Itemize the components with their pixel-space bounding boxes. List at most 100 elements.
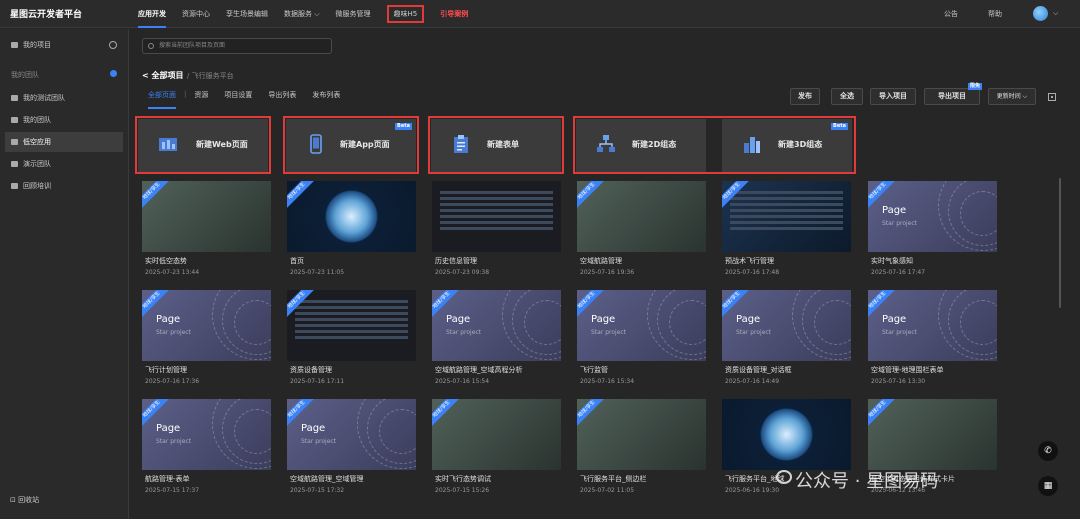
page-card-date: 2025-07-16 15:54 [435,378,490,385]
page-card[interactable]: Page Star project 地球/孪生 空域管理-地理围栏表单 2025-07-… [868,290,997,389]
page-thumbnail: 地球/孪生 [722,181,851,252]
nav-microservice[interactable]: 微服务管理 [328,0,379,28]
sort-select[interactable]: 更新时间 ⌵ [988,88,1036,105]
select-all-button[interactable]: 全选 [831,88,863,105]
create-web-page-button[interactable]: 新建Web页面 [138,119,268,172]
create-app-page-button[interactable]: 新建App页面 Beta [286,119,416,172]
placeholder-title: Page [301,423,326,434]
page-card-name: 实时飞行态势调试 [435,475,491,483]
recycle-bin-link[interactable]: ⊡ 回收站 [10,495,39,505]
nav-data-service[interactable]: 数据服务 ⌵ [276,0,328,28]
page-card[interactable]: 地球/孪生 飞行服务平台_侧边栏 2025-07-02 11:05 [577,399,706,498]
nav-guide-cases[interactable]: 引导案例 [432,0,476,28]
nav-twin-scene-editor[interactable]: 孪生场景编辑 [218,0,276,28]
main-content: 搜索当前团队项目及页面 < 全部项目 / 飞行服务平台 全部页面 | 资源 项目… [130,29,1080,519]
thumbnail-content [295,300,408,352]
nav-fun-h5[interactable]: 趣味H5 [379,0,433,28]
tab-export-list[interactable]: 导出列表 [260,90,304,104]
create-2d-config-button[interactable]: 新建2D组态 [576,119,706,172]
page-thumbnail [432,181,561,252]
sidebar-item-low-altitude[interactable]: 低空应用 [5,132,123,152]
nav-app-dev[interactable]: 应用开发 [130,0,174,28]
placeholder-subtitle: Star project [446,329,482,336]
sidebar-item-my-project[interactable]: 我的项目 [5,35,123,55]
sidebar-item-label: 我的团队 [23,116,51,124]
team-icon [11,183,18,189]
sidebar-item-test-team[interactable]: 我的测试团队 [5,88,123,108]
earth-twin-ribbon: 地球/孪生 [142,181,170,209]
info-icon[interactable] [109,41,117,49]
page-card-name: 飞行计划管理 [145,366,187,374]
watermark-text: 公众号 · 星图易码 [795,471,939,492]
create-3d-config-button[interactable]: 新建3D组态 Beta [722,119,852,172]
page-card-date: 2025-07-16 15:34 [580,378,635,385]
qr-code-icon[interactable]: ▦ [1038,476,1058,496]
thumbnail-content [730,191,843,243]
notice-link[interactable]: 公告 [944,9,958,19]
export-label: 导出项目 [938,92,966,100]
page-card[interactable]: Page Star project 地球/孪生 飞行监管 2025-07-16 15:3… [577,290,706,389]
page-card-name: 空域航路管理_空域高程分析 [435,366,523,374]
page-card[interactable]: 地球/孪生 空域航路管理 2025-07-16 19:36 [577,181,706,280]
app-logo-title[interactable]: 星图云开发者平台 [10,7,82,20]
sidebar-item-demo-team[interactable]: 演示团队 [5,154,123,174]
add-team-icon[interactable] [110,70,117,77]
decor-ring [814,300,851,345]
page-card[interactable]: 地球/孪生 资质设备管理 2025-07-16 17:11 [287,290,416,389]
team-icon [11,95,18,101]
page-thumbnail: 地球/孪生 [287,181,416,252]
sidebar-item-label: 我的测试团队 [23,94,65,102]
tab-publish-list[interactable]: 发布列表 [304,90,348,104]
sidebar: 我的项目 我的团队 我的测试团队 我的团队 低空应用 演示团队 回顾培训 ⊡ 回… [0,29,129,519]
help-link[interactable]: 帮助 [988,9,1002,19]
grid-view-icon[interactable] [1048,93,1056,101]
user-avatar[interactable] [1033,6,1048,21]
search-icon [148,43,154,49]
placeholder-title: Page [882,314,907,325]
page-card[interactable]: 历史信息管理 2025-07-23 09:38 [432,181,561,280]
breadcrumb-back[interactable]: < 全部项目 [142,70,184,81]
page-card-name: 空域管理-地理围栏表单 [871,366,944,374]
page-thumbnail: 地球/孪生 [577,181,706,252]
page-card-name: 空域航路管理 [580,257,622,265]
page-card[interactable]: Page Star project 地球/孪生 实时气象感知 2025-07-16 17… [868,181,997,280]
page-card-name: 航路管理-表单 [145,475,190,483]
team-icon [11,117,18,123]
scrollbar[interactable] [1059,178,1061,308]
search-placeholder: 搜索当前团队项目及页面 [159,42,226,49]
nav-resource-center[interactable]: 资源中心 [174,0,218,28]
tab-project-settings[interactable]: 项目设置 [216,90,260,104]
page-tabs: 全部页面 | 资源 项目设置 导出列表 发布列表 [140,90,348,109]
chevron-down-icon[interactable]: ⌵ [1053,9,1058,18]
import-project-button[interactable]: 导入项目 [870,88,916,105]
tab-resources[interactable]: 资源 [186,90,216,104]
sidebar-item-review-training[interactable]: 回顾培训 [5,176,123,196]
tab-all-pages[interactable]: 全部页面 [140,90,184,109]
clipboard-icon [454,135,468,153]
page-thumbnail: 地球/孪生 [577,399,706,470]
placeholder-title: Page [591,314,616,325]
sidebar-item-my-team[interactable]: 我的团队 [5,110,123,130]
page-card[interactable]: 地球/孪生 实时低空态势 2025-07-23 13:44 [142,181,271,280]
page-card-date: 2025-07-15 15:26 [435,487,490,494]
page-card[interactable]: Page Star project 地球/孪生 空域航路管理_空域管理 2025-07-… [287,399,416,498]
phone-icon[interactable]: ✆ [1038,441,1058,461]
page-card[interactable]: 地球/孪生 实时飞行态势调试 2025-07-15 15:26 [432,399,561,498]
page-card-name: 飞行服务平台_侧边栏 [580,475,647,483]
page-card-date: 2025-07-23 09:38 [435,269,490,276]
decor-ring [234,300,271,345]
search-input[interactable]: 搜索当前团队项目及页面 [142,38,332,54]
page-card[interactable]: Page Star project 地球/孪生 资质设备管理_对话框 2025-07-1… [722,290,851,389]
page-card[interactable]: Page Star project 地球/孪生 航路管理-表单 2025-07-15 1… [142,399,271,498]
create-form-button[interactable]: 新建表单 [431,119,561,172]
export-project-button[interactable]: 导出项目 限免 [924,83,982,105]
decor-ring [960,191,997,236]
page-card[interactable]: 地球/孪生 预战术飞行管理 2025-07-16 17:48 [722,181,851,280]
page-card-date: 2025-07-15 17:37 [145,487,200,494]
page-card-date: 2025-07-16 17:11 [290,378,345,385]
create-form-label: 新建表单 [487,140,519,149]
page-card[interactable]: 地球/孪生 首页 2025-07-23 11:05 [287,181,416,280]
page-card[interactable]: Page Star project 地球/孪生 空域航路管理_空域高程分析 2025-0… [432,290,561,389]
publish-button[interactable]: 发布 [790,88,820,105]
page-card[interactable]: Page Star project 地球/孪生 飞行计划管理 2025-07-16 17… [142,290,271,389]
